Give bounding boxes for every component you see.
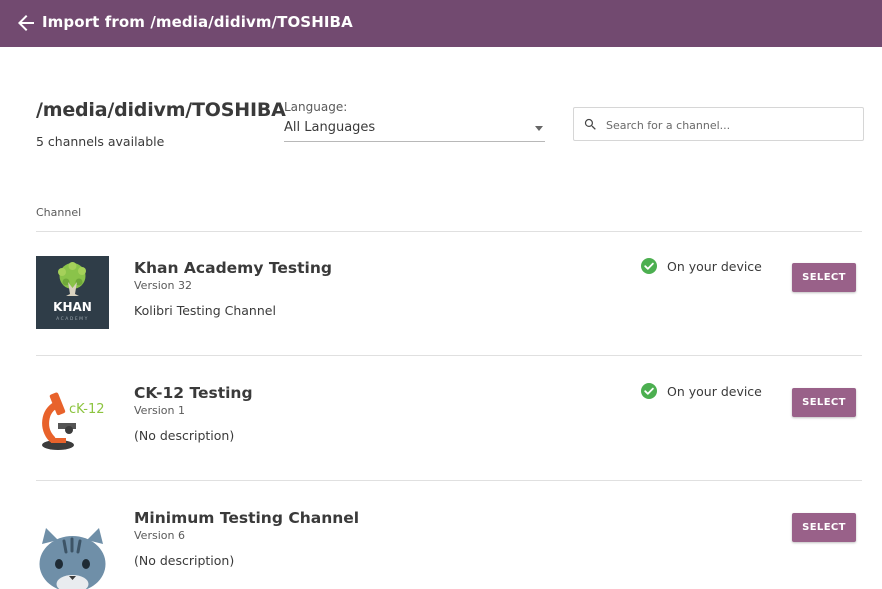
channel-version: Version 32: [134, 279, 192, 292]
app-bar: Import from /media/didivm/TOSHIBA: [0, 0, 882, 47]
divider: [36, 355, 862, 356]
arrow-left-icon: [18, 15, 34, 31]
channel-name: Khan Academy Testing: [134, 259, 332, 277]
cat-logo: [36, 506, 109, 589]
column-header-channel: Channel: [36, 206, 82, 219]
select-button[interactable]: SELECT: [792, 263, 856, 292]
channel-description: (No description): [134, 428, 235, 443]
channel-name: CK-12 Testing: [134, 384, 253, 402]
page-title: /media/didivm/TOSHIBA: [36, 99, 286, 121]
language-label: Language:: [284, 100, 348, 114]
channel-version: Version 1: [134, 404, 185, 417]
channel-description: (No description): [134, 553, 235, 568]
select-button[interactable]: SELECT: [792, 513, 856, 542]
ck12-logo-text: cK-12: [69, 402, 105, 417]
channel-row-khan-academy: KHAN ACADEMY Khan Academy Testing Versio…: [0, 232, 882, 357]
divider: [36, 480, 862, 481]
khan-logo-subtext: ACADEMY: [56, 316, 89, 322]
khan-logo-text: KHAN: [53, 300, 92, 314]
status-label: On your device: [667, 384, 762, 399]
status-label: On your device: [667, 259, 762, 274]
check-circle-icon: [641, 383, 657, 399]
language-select[interactable]: All Languages: [284, 118, 545, 142]
khan-academy-logo: KHAN ACADEMY: [36, 256, 109, 329]
search-icon: [584, 118, 596, 130]
channel-row-minimum-testing: Minimum Testing Channel Version 6 (No de…: [0, 482, 882, 589]
check-circle-icon: [641, 258, 657, 274]
dropdown-arrow-icon: [535, 126, 543, 131]
ck12-logo: cK-12: [36, 381, 109, 454]
search-box[interactable]: [573, 107, 864, 141]
back-button[interactable]: [14, 11, 38, 35]
channel-row-ck12: cK-12 CK-12 Testing Version 1 (No descri…: [0, 357, 882, 482]
channel-description: Kolibri Testing Channel: [134, 303, 276, 318]
channel-count: 5 channels available: [36, 134, 165, 149]
channel-name: Minimum Testing Channel: [134, 509, 360, 527]
select-button[interactable]: SELECT: [792, 388, 856, 417]
app-bar-title: Import from /media/didivm/TOSHIBA: [42, 13, 353, 31]
language-select-value: All Languages: [284, 120, 376, 135]
search-input[interactable]: [606, 113, 856, 137]
channel-version: Version 6: [134, 529, 185, 542]
